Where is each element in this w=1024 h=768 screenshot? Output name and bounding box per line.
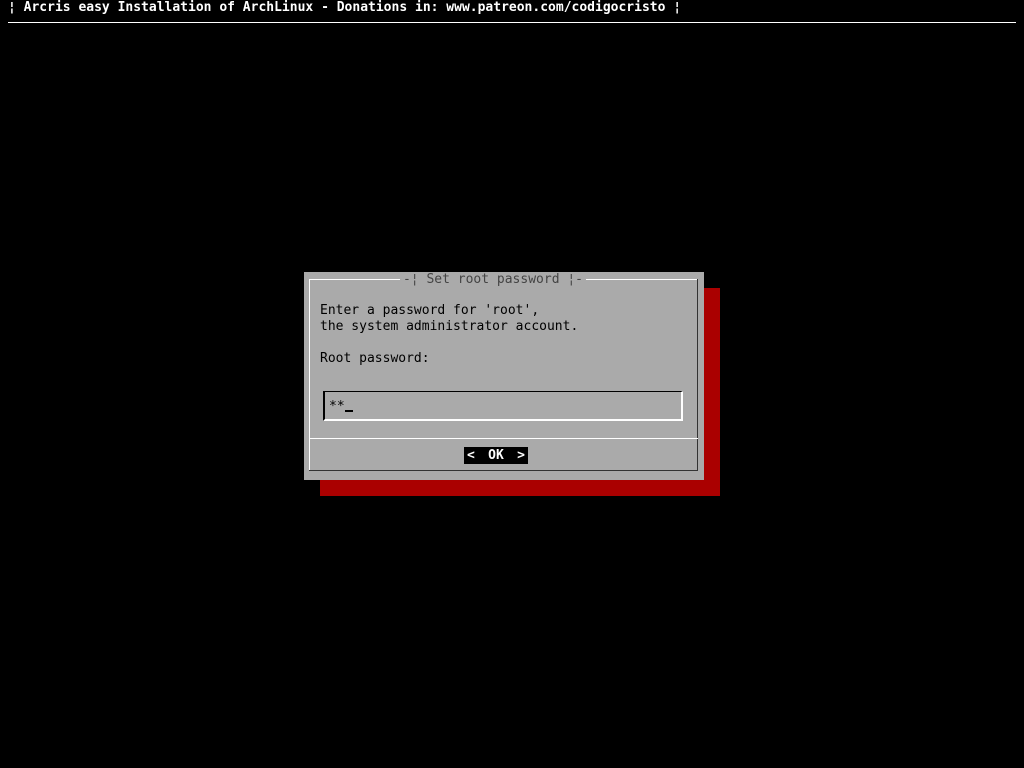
message-line-2: the system administrator account. [320,319,579,334]
root-password-input[interactable]: ** [323,391,683,421]
dialog-title: -¦ Set root password ¦- [402,272,583,287]
ok-label: OK [488,448,504,463]
message-line-1: Enter a password for 'root', [320,303,540,318]
dialog-message: Enter a password for 'root', the system … [320,303,578,335]
button-area-divider [309,438,698,439]
frame-left-line [309,279,310,470]
root-password-label: Root password: [320,351,430,366]
backtitle: ¦ Arcris easy Installation of ArchLinux … [8,0,682,15]
ok-left-bracket: < [467,448,475,463]
frame-bottom-line [309,470,698,471]
password-value: ** [329,399,353,415]
frame-top-left-line [309,279,400,280]
ok-right-bracket: > [517,448,525,463]
set-root-password-dialog: -¦ Set root password ¦- Enter a password… [304,272,704,480]
backtitle-divider [8,22,1016,23]
ok-button[interactable]: < OK > [464,447,528,464]
password-mask: ** [329,399,345,414]
text-cursor [344,410,353,412]
frame-top-right-line [586,279,697,280]
installer-screen: ¦ Arcris easy Installation of ArchLinux … [0,0,1024,768]
frame-right-line [697,279,698,470]
